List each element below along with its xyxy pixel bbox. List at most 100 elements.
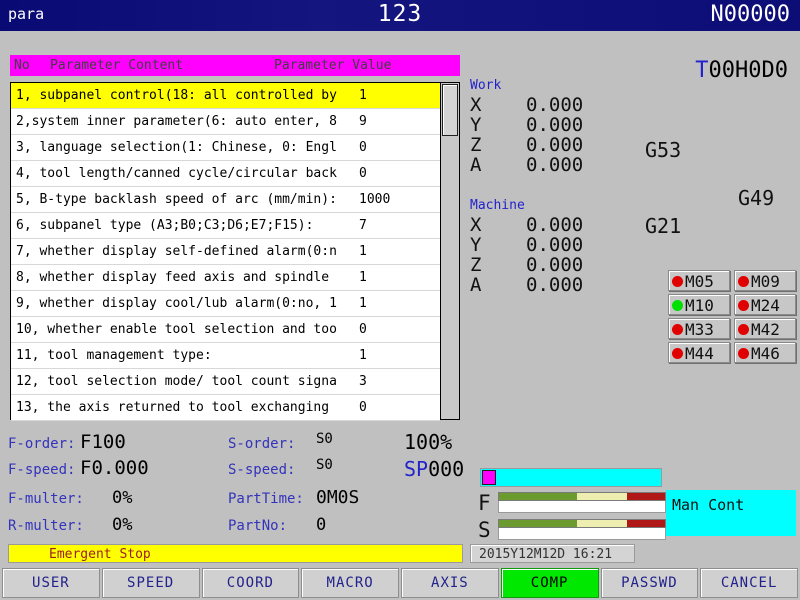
parameter-row[interactable]: 2,system inner parameter(6: auto enter, … xyxy=(11,109,440,135)
parameter-text: 8, whether display feed axis and spindle xyxy=(16,270,330,285)
f-speed-value: F0.000 xyxy=(80,457,149,479)
function-key-bar: USER SPEED COORD MACRO AXIS COMP PASSWD CANCEL xyxy=(0,566,800,600)
sp-prefix: SP xyxy=(404,457,429,481)
parameter-row[interactable]: 3, language selection(1: Chinese, 0: Eng… xyxy=(11,135,440,161)
s-speed-label: S-speed: xyxy=(228,462,296,478)
m-code-indicator: M24 xyxy=(734,294,796,315)
feed-spindle-gauges: F S xyxy=(478,491,668,546)
m-code-label: M33 xyxy=(685,320,714,339)
parameter-table-header: No Parameter Content Parameter Value xyxy=(10,55,460,76)
axis-row: Z 0.000 xyxy=(470,134,583,156)
parameter-scrollbar[interactable] xyxy=(440,83,460,419)
gcode-g21: G21 xyxy=(645,214,682,238)
machine-coordinates: Machine X 0.000 Y 0.000 Z 0.000 A 0.000 xyxy=(470,198,583,296)
axis-letter: Y xyxy=(470,234,482,256)
work-coordinates-label: Work xyxy=(470,78,502,93)
parameter-text: 1, subpanel control(18: all controlled b… xyxy=(16,88,337,103)
spindle-load-bar xyxy=(480,468,662,487)
spindle-gauge-fill xyxy=(498,528,666,540)
gcode-g49: G49 xyxy=(738,186,775,210)
m-code-indicator-grid: M05 M09 M10 M24 M33 M42 M44 M46 xyxy=(668,270,796,363)
function-key-cancel[interactable]: CANCEL xyxy=(700,568,798,598)
function-key-axis[interactable]: AXIS xyxy=(401,568,499,598)
part-time-label: PartTime: xyxy=(228,491,304,507)
parameter-value: 0 xyxy=(359,140,367,155)
function-key-coord[interactable]: COORD xyxy=(201,568,300,598)
tool-id-value: 00H0D0 xyxy=(708,58,788,83)
function-key-comp[interactable]: COMP xyxy=(500,568,599,598)
parameter-row[interactable]: 1, subpanel control(18: all controlled b… xyxy=(11,83,440,109)
gauge-segment-yellow xyxy=(577,520,627,527)
f-order-value: F100 xyxy=(80,431,126,453)
parameter-row[interactable]: 5, B-type backlash speed of arc (mm/min)… xyxy=(11,187,440,213)
parameter-row[interactable]: 12, tool selection mode/ tool count sign… xyxy=(11,369,440,395)
parameter-row[interactable]: 13, the axis returned to tool exchanging… xyxy=(11,395,440,421)
parameter-text: 5, B-type backlash speed of arc (mm/min)… xyxy=(16,192,337,207)
axis-letter: Z xyxy=(470,254,482,276)
part-time-row: PartTime: xyxy=(228,491,304,507)
f-order-row: F-order: xyxy=(8,436,75,452)
axis-letter: Y xyxy=(470,114,482,136)
work-coordinates: Work X 0.000 Y 0.000 Z 0.000 A 0.000 xyxy=(470,78,583,176)
axis-row: Z 0.000 xyxy=(470,254,583,276)
function-key-label: COORD xyxy=(226,575,274,591)
axis-value: 0.000 xyxy=(526,234,584,256)
alarm-bar: Emergent Stop xyxy=(8,544,463,563)
parameter-text: 2,system inner parameter(6: auto enter, … xyxy=(16,114,337,129)
sp-readout: SP000 xyxy=(404,457,464,481)
parameter-row[interactable]: 10, whether enable tool selection and to… xyxy=(11,317,440,343)
scrollbar-thumb[interactable] xyxy=(442,84,458,136)
parameter-row[interactable]: 6, subpanel type (A3;B0;C3;D6;E7;F15): 7 xyxy=(11,213,440,239)
led-icon xyxy=(672,348,683,359)
parameter-row[interactable]: 9, whether display cool/lub alarm(0:no, … xyxy=(11,291,440,317)
function-key-user[interactable]: USER xyxy=(2,568,100,598)
r-multer-label: R-multer: xyxy=(8,518,84,534)
function-key-label: COMP xyxy=(530,575,569,591)
led-icon xyxy=(738,348,749,359)
function-key-label: SPEED xyxy=(127,575,175,591)
parameter-value: 1 xyxy=(359,296,367,311)
axis-row: X 0.000 xyxy=(470,214,583,236)
parameter-row[interactable]: 4, tool length/canned cycle/circular bac… xyxy=(11,161,440,187)
part-no-row: PartNo: xyxy=(228,518,287,534)
spindle-gauge-label: S xyxy=(478,518,491,542)
parameter-row[interactable]: 11, tool management type: 1 xyxy=(11,343,440,369)
parameter-value: 0 xyxy=(359,322,367,337)
m-code-indicator: M10 xyxy=(668,294,730,315)
axis-value: 0.000 xyxy=(526,134,584,156)
feed-gauge xyxy=(498,492,666,513)
parameter-list[interactable]: 1, subpanel control(18: all controlled b… xyxy=(10,82,460,421)
m-code-indicator: M44 xyxy=(668,342,730,363)
r-multer-row: R-multer: xyxy=(8,518,84,534)
title-bar: para 123 N00000 xyxy=(0,0,800,31)
parameter-row[interactable]: 7, whether display self-defined alarm(0:… xyxy=(11,239,440,265)
function-key-macro[interactable]: MACRO xyxy=(301,568,399,598)
datetime-text: 2015Y12M12D 16:21 xyxy=(479,547,613,562)
part-no-label: PartNo: xyxy=(228,518,288,534)
m-code-label: M10 xyxy=(685,296,714,315)
feed-gauge-fill xyxy=(498,501,666,513)
led-icon xyxy=(738,324,749,335)
s-order-value: S0 xyxy=(316,431,333,447)
parameter-text: 7, whether display self-defined alarm(0:… xyxy=(16,244,337,259)
parameter-row[interactable]: 8, whether display feed axis and spindle… xyxy=(11,265,440,291)
led-icon xyxy=(672,300,683,311)
m-code-indicator: M42 xyxy=(734,318,796,339)
machine-axis-rows: X 0.000 Y 0.000 Z 0.000 A 0.000 xyxy=(470,214,583,296)
function-key-passwd[interactable]: PASSWD xyxy=(600,568,699,598)
parameter-text: 9, whether display cool/lub alarm(0:no, … xyxy=(16,296,337,311)
m-code-indicator: M33 xyxy=(668,318,730,339)
alarm-message: Emergent Stop xyxy=(49,547,151,562)
m-code-label: M09 xyxy=(751,272,780,291)
parameter-text: 4, tool length/canned cycle/circular bac… xyxy=(16,166,337,181)
parameter-value: 9 xyxy=(359,114,367,129)
f-multer-value: 0% xyxy=(112,488,133,508)
part-no-value: 0 xyxy=(316,515,327,535)
tool-offset-display: T00H0D0 xyxy=(695,58,788,83)
operation-mode-box: Man Cont xyxy=(666,490,796,536)
color-swatch-icon xyxy=(482,470,496,485)
function-key-speed[interactable]: SPEED xyxy=(101,568,200,598)
f-speed-row: F-speed: xyxy=(8,462,75,478)
axis-value: 0.000 xyxy=(526,274,584,296)
datetime-box: 2015Y12M12D 16:21 xyxy=(470,544,635,563)
